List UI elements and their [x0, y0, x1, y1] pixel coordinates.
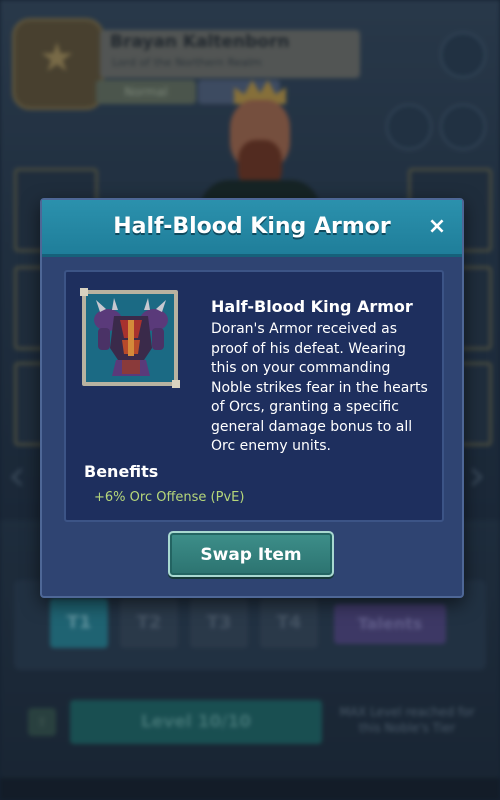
item-description: Doran's Armor received as proof of his d… [211, 321, 428, 454]
close-icon[interactable]: × [422, 212, 452, 242]
item-name: Half-Blood King Armor [211, 297, 413, 316]
benefit-item: +6% Orc Offense (PvE) [94, 490, 245, 505]
armor-icon [94, 298, 168, 376]
item-dialog: Half-Blood King Armor × Half-Blood King … [40, 198, 464, 598]
benefits-heading: Benefits [84, 462, 159, 481]
swap-item-button[interactable]: Swap Item [168, 531, 334, 577]
item-info-panel: Half-Blood King Armor Doran's Armor rece… [64, 270, 444, 522]
item-icon-frame [80, 288, 180, 388]
dialog-title: Half-Blood King Armor [113, 214, 391, 239]
